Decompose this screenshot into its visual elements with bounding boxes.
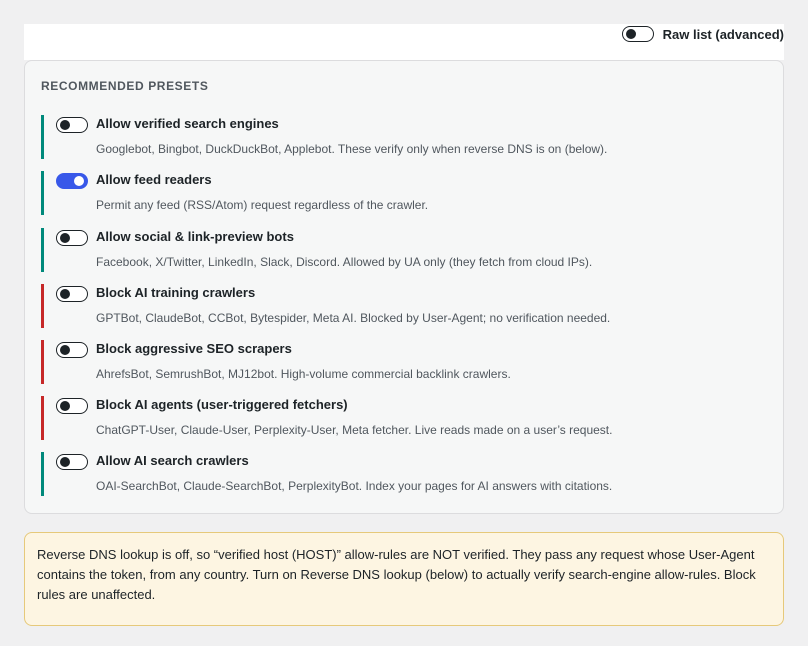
preset-title: Block aggressive SEO scrapers — [96, 341, 292, 356]
preset-toggle[interactable] — [56, 454, 88, 470]
preset-allow-social-link-preview-bots: Allow social & link-preview bots Faceboo… — [41, 228, 764, 272]
toggle-knob — [60, 401, 70, 411]
preset-description: AhrefsBot, SemrushBot, MJ12bot. High-vol… — [96, 367, 511, 381]
toggle-knob — [60, 345, 70, 355]
preset-allow-ai-search-crawlers: Allow AI search crawlers OAI-SearchBot, … — [41, 452, 764, 496]
preset-block-aggressive-seo-scrapers: Block aggressive SEO scrapers AhrefsBot,… — [41, 340, 764, 384]
preset-title: Allow feed readers — [96, 172, 212, 187]
preset-title: Block AI training crawlers — [96, 285, 256, 300]
raw-list-label: Raw list (advanced) — [662, 26, 784, 42]
raw-list-toggle-row: Raw list (advanced) — [621, 24, 784, 44]
toggle-knob — [60, 120, 70, 130]
reverse-dns-warning-notice: Reverse DNS lookup is off, so “verified … — [24, 532, 784, 626]
toggle-knob — [74, 176, 84, 186]
preset-description: GPTBot, ClaudeBot, CCBot, Bytespider, Me… — [96, 311, 611, 325]
preset-allow-verified-search-engines: Allow verified search engines Googlebot,… — [41, 115, 764, 159]
toggle-knob — [60, 289, 70, 299]
preset-toggle[interactable] — [56, 230, 88, 246]
preset-toggle[interactable] — [56, 117, 88, 133]
preset-toggle[interactable] — [56, 398, 88, 414]
preset-block-ai-agents: Block AI agents (user-triggered fetchers… — [41, 396, 764, 440]
preset-toggle[interactable] — [56, 173, 88, 189]
preset-toggle[interactable] — [56, 342, 88, 358]
preset-title: Allow AI search crawlers — [96, 453, 249, 468]
preset-allow-feed-readers: Allow feed readers Permit any feed (RSS/… — [41, 171, 764, 215]
presets-heading: RECOMMENDED PRESETS — [41, 79, 209, 93]
toggle-knob — [625, 29, 636, 39]
raw-list-toggle[interactable] — [621, 26, 654, 42]
preset-toggle[interactable] — [56, 286, 88, 302]
recommended-presets-panel: RECOMMENDED PRESETS Allow verified searc… — [24, 60, 784, 514]
preset-block-ai-training-crawlers: Block AI training crawlers GPTBot, Claud… — [41, 284, 764, 328]
preset-title: Allow verified search engines — [96, 116, 279, 131]
toggle-knob — [60, 457, 70, 467]
toggle-knob — [60, 233, 70, 243]
preset-description: ChatGPT-User, Claude-User, Perplexity-Us… — [96, 423, 613, 437]
preset-title: Block AI agents (user-triggered fetchers… — [96, 397, 348, 412]
preset-description: OAI-SearchBot, Claude-SearchBot, Perplex… — [96, 479, 613, 493]
preset-description: Googlebot, Bingbot, DuckDuckBot, Applebo… — [96, 142, 608, 156]
preset-description: Facebook, X/Twitter, LinkedIn, Slack, Di… — [96, 255, 593, 269]
preset-description: Permit any feed (RSS/Atom) request regar… — [96, 198, 429, 212]
preset-title: Allow social & link-preview bots — [96, 229, 294, 244]
